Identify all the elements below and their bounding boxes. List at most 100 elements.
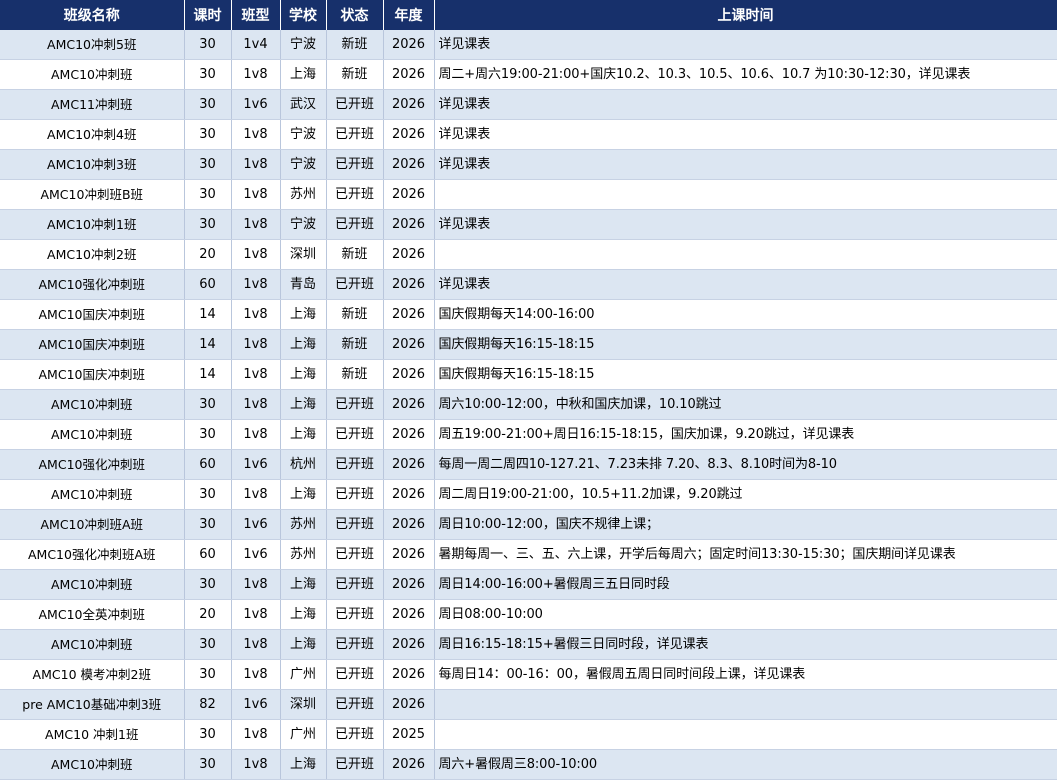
cell-hours[interactable]: 30: [184, 659, 232, 690]
cell-hours[interactable]: 30: [184, 30, 232, 60]
cell-schedule[interactable]: 每周日14：00-16：00，暑假周五周日同时间段上课，详见课表: [434, 659, 1057, 690]
cell-status[interactable]: 已开班: [326, 89, 384, 120]
cell-hours[interactable]: 30: [184, 389, 232, 420]
cell-class-type[interactable]: 1v6: [231, 509, 281, 540]
cell-status[interactable]: 新班: [326, 299, 384, 330]
cell-year[interactable]: 2026: [383, 659, 435, 690]
table-row[interactable]: AMC10冲刺1班 30 1v8 宁波 已开班 2026 详见课表: [0, 209, 1057, 240]
cell-status[interactable]: 已开班: [326, 509, 384, 540]
cell-schedule[interactable]: 国庆假期每天14:00-16:00: [434, 299, 1057, 330]
cell-hours[interactable]: 30: [184, 719, 232, 750]
cell-class-type[interactable]: 1v8: [231, 329, 281, 360]
table-row[interactable]: AMC10冲刺班 30 1v8 上海 已开班 2026 周日16:15-18:15+暑假三日…: [0, 629, 1057, 660]
cell-school[interactable]: 宁波: [280, 30, 327, 60]
cell-year[interactable]: 2026: [383, 179, 435, 210]
table-row[interactable]: AMC10冲刺班 30 1v8 上海 新班 2026 周二+周六19:00-21:00+国庆…: [0, 59, 1057, 90]
cell-status[interactable]: 已开班: [326, 719, 384, 750]
cell-schedule[interactable]: [434, 689, 1057, 720]
cell-class-type[interactable]: 1v8: [231, 209, 281, 240]
table-row[interactable]: AMC10国庆冲刺班 14 1v8 上海 新班 2026 国庆假期每天14:00-16:00: [0, 299, 1057, 330]
cell-class-type[interactable]: 1v8: [231, 149, 281, 180]
header-schedule[interactable]: 上课时间: [434, 0, 1057, 30]
header-hours[interactable]: 课时: [184, 0, 232, 30]
cell-class-name[interactable]: AMC10冲刺5班: [0, 30, 185, 60]
cell-school[interactable]: 上海: [280, 329, 327, 360]
cell-year[interactable]: 2026: [383, 89, 435, 120]
cell-class-name[interactable]: AMC10冲刺班: [0, 419, 185, 450]
cell-year[interactable]: 2026: [383, 509, 435, 540]
cell-school[interactable]: 苏州: [280, 179, 327, 210]
cell-status[interactable]: 已开班: [326, 419, 384, 450]
cell-class-name[interactable]: AMC10冲刺1班: [0, 209, 185, 240]
cell-class-type[interactable]: 1v6: [231, 449, 281, 480]
table-row[interactable]: AMC10冲刺班A班 30 1v6 苏州 已开班 2026 周日10:00-12:00，国庆…: [0, 509, 1057, 540]
cell-school[interactable]: 武汉: [280, 89, 327, 120]
table-row[interactable]: AMC10强化冲刺班A班 60 1v6 苏州 已开班 2026 暑期每周一、三、五、六上课，…: [0, 539, 1057, 570]
cell-school[interactable]: 上海: [280, 749, 327, 780]
cell-class-name[interactable]: AMC10强化冲刺班: [0, 269, 185, 300]
cell-hours[interactable]: 20: [184, 599, 232, 630]
cell-year[interactable]: 2026: [383, 599, 435, 630]
cell-class-type[interactable]: 1v8: [231, 239, 281, 270]
cell-hours[interactable]: 20: [184, 239, 232, 270]
cell-school[interactable]: 苏州: [280, 539, 327, 570]
cell-class-type[interactable]: 1v8: [231, 719, 281, 750]
cell-schedule[interactable]: 周二周日19:00-21:00，10.5+11.2加课，9.20跳过: [434, 479, 1057, 510]
cell-school[interactable]: 宁波: [280, 149, 327, 180]
cell-year[interactable]: 2026: [383, 629, 435, 660]
cell-year[interactable]: 2026: [383, 329, 435, 360]
cell-status[interactable]: 已开班: [326, 179, 384, 210]
cell-schedule[interactable]: [434, 719, 1057, 750]
cell-school[interactable]: 深圳: [280, 689, 327, 720]
cell-class-name[interactable]: AMC10冲刺班: [0, 749, 185, 780]
cell-class-name[interactable]: AMC10冲刺班: [0, 479, 185, 510]
cell-class-name[interactable]: AMC10冲刺班: [0, 569, 185, 600]
cell-year[interactable]: 2026: [383, 59, 435, 90]
cell-class-name[interactable]: AMC10冲刺4班: [0, 119, 185, 150]
cell-schedule[interactable]: 周日14:00-16:00+暑假周三五日同时段: [434, 569, 1057, 600]
table-row[interactable]: AMC10冲刺5班 30 1v4 宁波 新班 2026 详见课表: [0, 30, 1057, 60]
cell-class-type[interactable]: 1v8: [231, 599, 281, 630]
cell-class-type[interactable]: 1v8: [231, 479, 281, 510]
cell-school[interactable]: 广州: [280, 719, 327, 750]
cell-status[interactable]: 新班: [326, 359, 384, 390]
cell-school[interactable]: 苏州: [280, 509, 327, 540]
cell-year[interactable]: 2026: [383, 539, 435, 570]
header-class-name[interactable]: 班级名称: [0, 0, 185, 30]
header-year[interactable]: 年度: [383, 0, 435, 30]
cell-class-type[interactable]: 1v8: [231, 629, 281, 660]
cell-class-type[interactable]: 1v8: [231, 59, 281, 90]
cell-class-type[interactable]: 1v8: [231, 569, 281, 600]
cell-hours[interactable]: 30: [184, 509, 232, 540]
header-status[interactable]: 状态: [326, 0, 384, 30]
cell-school[interactable]: 青岛: [280, 269, 327, 300]
table-row[interactable]: AMC10 冲刺1班 30 1v8 广州 已开班 2025: [0, 719, 1057, 750]
cell-class-type[interactable]: 1v8: [231, 269, 281, 300]
cell-schedule[interactable]: 周六+暑假周三8:00-10:00: [434, 749, 1057, 780]
cell-class-type[interactable]: 1v8: [231, 749, 281, 780]
cell-status[interactable]: 已开班: [326, 269, 384, 300]
cell-year[interactable]: 2026: [383, 359, 435, 390]
cell-year[interactable]: 2026: [383, 389, 435, 420]
table-row[interactable]: AMC11冲刺班 30 1v6 武汉 已开班 2026 详见课表: [0, 89, 1057, 120]
table-row[interactable]: AMC10全英冲刺班 20 1v8 上海 已开班 2026 周日08:00-10:00: [0, 599, 1057, 630]
cell-status[interactable]: 已开班: [326, 689, 384, 720]
cell-hours[interactable]: 30: [184, 59, 232, 90]
cell-schedule[interactable]: 详见课表: [434, 209, 1057, 240]
cell-status[interactable]: 已开班: [326, 209, 384, 240]
cell-class-name[interactable]: AMC10强化冲刺班: [0, 449, 185, 480]
cell-schedule[interactable]: 详见课表: [434, 89, 1057, 120]
cell-status[interactable]: 已开班: [326, 389, 384, 420]
cell-year[interactable]: 2026: [383, 689, 435, 720]
table-row[interactable]: AMC10强化冲刺班 60 1v6 杭州 已开班 2026 每周一周二周四10-127.21…: [0, 449, 1057, 480]
cell-class-type[interactable]: 1v8: [231, 299, 281, 330]
cell-school[interactable]: 上海: [280, 59, 327, 90]
cell-class-name[interactable]: AMC10冲刺班: [0, 629, 185, 660]
cell-schedule[interactable]: 详见课表: [434, 149, 1057, 180]
cell-year[interactable]: 2026: [383, 299, 435, 330]
cell-hours[interactable]: 14: [184, 329, 232, 360]
cell-schedule[interactable]: 暑期每周一、三、五、六上课，开学后每周六；固定时间13:30-15:30；国庆期…: [434, 539, 1057, 570]
cell-school[interactable]: 上海: [280, 479, 327, 510]
cell-status[interactable]: 已开班: [326, 539, 384, 570]
cell-year[interactable]: 2026: [383, 419, 435, 450]
